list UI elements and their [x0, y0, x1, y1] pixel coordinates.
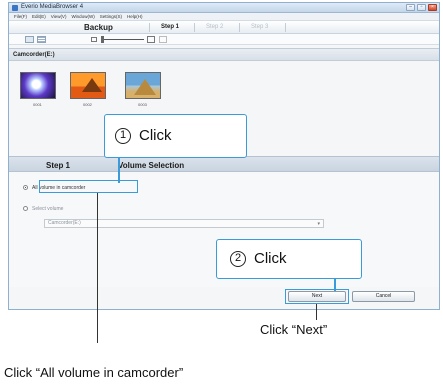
callout-2-number: 2 — [230, 251, 246, 267]
step-panel-step-label: Step 1 — [46, 161, 71, 170]
view-toolbar — [9, 34, 439, 45]
step-divider — [285, 23, 286, 32]
zoom-slider-handle[interactable] — [101, 36, 104, 43]
window-controls: – ▫ × — [406, 4, 437, 11]
menu-window[interactable]: Window(W) — [71, 13, 94, 20]
title-bar: Everio MediaBrowser 4 – ▫ × — [9, 3, 439, 13]
callout-2-text: Click — [254, 250, 287, 267]
close-button[interactable]: × — [428, 4, 437, 11]
galaxy-thumbnail[interactable] — [20, 72, 56, 99]
all-volume-radio[interactable] — [23, 185, 28, 190]
step-divider — [194, 23, 195, 32]
fit-view-icon[interactable] — [159, 36, 167, 43]
step-panel-header: Step 1 Volume Selection — [9, 156, 439, 172]
menu-bar: File(F) Edit(E) View(V) Window(W) Settin… — [9, 13, 439, 21]
step-3-indicator: Step 3 — [251, 24, 269, 30]
step-divider — [239, 23, 240, 32]
page-root: Everio MediaBrowser 4 – ▫ × File(F) Edit… — [0, 0, 443, 389]
callout-2: 2 Click — [216, 239, 362, 279]
callout-1: 1 Click — [104, 114, 247, 158]
menu-edit[interactable]: Edit(E) — [32, 13, 46, 20]
zoom-slider-track[interactable] — [104, 39, 144, 40]
thumbnail-caption: 0001 — [33, 102, 42, 107]
next-caption: Click “Next” — [260, 322, 328, 337]
menu-help[interactable]: Help(H) — [127, 13, 143, 20]
callout-1-number: 1 — [115, 128, 131, 144]
next-highlight — [285, 289, 349, 304]
callout-1-text: Click — [139, 127, 172, 144]
menu-view[interactable]: View(V) — [51, 13, 67, 20]
select-volume-radio[interactable] — [23, 206, 28, 211]
step-2-indicator: Step 2 — [206, 24, 224, 30]
select-volume-label[interactable]: Select volume — [32, 206, 63, 212]
zoom-in-icon[interactable] — [147, 36, 155, 43]
pyramid-day-thumbnail[interactable] — [125, 72, 161, 99]
zoom-out-icon[interactable] — [91, 37, 97, 42]
pyramid-sunset-thumbnail[interactable] — [70, 72, 106, 99]
step-bar: Backup Step 1 Step 2 Step 3 — [9, 21, 439, 34]
step-divider — [149, 23, 150, 32]
thumbnail-caption: 0002 — [83, 102, 92, 107]
list-view-icon[interactable] — [37, 36, 46, 43]
maximize-button[interactable]: ▫ — [417, 4, 426, 11]
thumbnail-caption: 0003 — [138, 102, 147, 107]
source-header: Camcorder(E:) — [9, 48, 439, 61]
app-icon — [12, 5, 18, 11]
all-volume-highlight — [39, 180, 138, 193]
menu-file[interactable]: File(F) — [14, 13, 27, 20]
step-1-indicator: Step 1 — [161, 24, 180, 30]
minimize-button[interactable]: – — [406, 4, 415, 11]
step-panel-title: Volume Selection — [118, 161, 185, 170]
menu-settings[interactable]: Settings(S) — [100, 13, 122, 20]
all-volume-caption: Click “All volume in camcorder” — [4, 365, 184, 380]
cancel-button[interactable]: Cancel — [352, 291, 415, 302]
chevron-down-icon: ▾ — [317, 221, 320, 227]
all-volume-leader-line — [97, 193, 98, 343]
volume-select-value: Camcorder(E:) — [48, 220, 81, 226]
next-leader-line — [316, 304, 317, 320]
thumbnail-view-icon[interactable] — [25, 36, 34, 43]
volume-select[interactable]: Camcorder(E:) ▾ — [44, 219, 324, 228]
window-title: Everio MediaBrowser 4 — [21, 4, 84, 10]
mode-title: Backup — [84, 23, 113, 32]
